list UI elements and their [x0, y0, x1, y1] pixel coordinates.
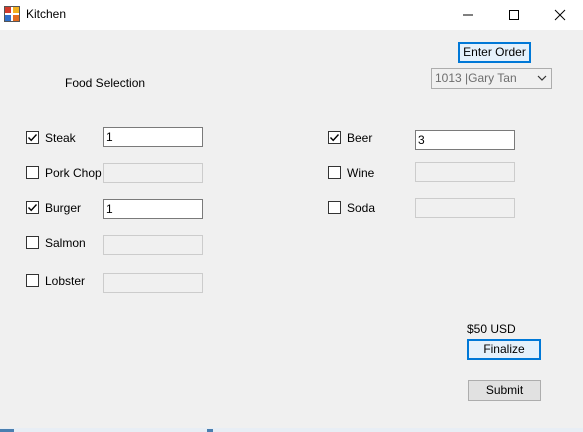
- maximize-button[interactable]: [491, 0, 537, 30]
- wine-quantity-input[interactable]: [415, 162, 515, 182]
- lobster-quantity-input[interactable]: [103, 273, 203, 293]
- pork-chop-checkbox[interactable]: [26, 166, 39, 179]
- pork-chop-quantity-input[interactable]: [103, 163, 203, 183]
- wine-label: Wine: [347, 166, 375, 180]
- checkmark-icon: [27, 134, 38, 142]
- close-button[interactable]: [537, 0, 583, 30]
- order-select-value: 1013 |Gary Tan: [435, 71, 517, 85]
- wine-checkbox[interactable]: [328, 166, 341, 179]
- checkmark-icon: [27, 204, 38, 212]
- beer-quantity-input[interactable]: 3: [415, 130, 515, 150]
- chevron-down-icon: [537, 75, 547, 81]
- steak-checkbox[interactable]: [26, 131, 39, 144]
- salmon-checkbox[interactable]: [26, 236, 39, 249]
- burger-label: Burger: [45, 201, 82, 215]
- salmon-quantity-input[interactable]: [103, 235, 203, 255]
- pork-chop-label: Pork Chop: [45, 166, 102, 180]
- order-total: $50 USD: [467, 322, 516, 336]
- steak-label: Steak: [45, 131, 76, 145]
- form-client-area: [0, 30, 583, 432]
- close-icon: [554, 9, 566, 21]
- burger-checkbox[interactable]: [26, 201, 39, 214]
- window-title: Kitchen: [26, 7, 67, 21]
- salmon-label: Salmon: [45, 236, 86, 250]
- maximize-icon: [509, 10, 519, 20]
- order-select[interactable]: 1013 |Gary Tan: [431, 68, 552, 89]
- minimize-button[interactable]: [445, 0, 491, 30]
- app-icon: [4, 6, 20, 22]
- soda-checkbox[interactable]: [328, 201, 341, 214]
- taskbar-edge: [0, 428, 583, 432]
- lobster-checkbox[interactable]: [26, 274, 39, 287]
- submit-button[interactable]: Submit: [468, 380, 541, 401]
- enter-order-button[interactable]: Enter Order: [458, 42, 531, 63]
- food-selection-label: Food Selection: [65, 76, 146, 90]
- minimize-icon: [463, 14, 473, 16]
- burger-quantity-input[interactable]: 1: [103, 199, 203, 219]
- checkmark-icon: [329, 134, 340, 142]
- soda-quantity-input[interactable]: [415, 198, 515, 218]
- steak-quantity-input[interactable]: 1: [103, 127, 203, 147]
- title-bar[interactable]: Kitchen: [0, 0, 583, 30]
- beer-label: Beer: [347, 131, 373, 145]
- beer-checkbox[interactable]: [328, 131, 341, 144]
- lobster-label: Lobster: [45, 274, 86, 288]
- finalize-button[interactable]: Finalize: [467, 339, 541, 360]
- soda-label: Soda: [347, 201, 376, 215]
